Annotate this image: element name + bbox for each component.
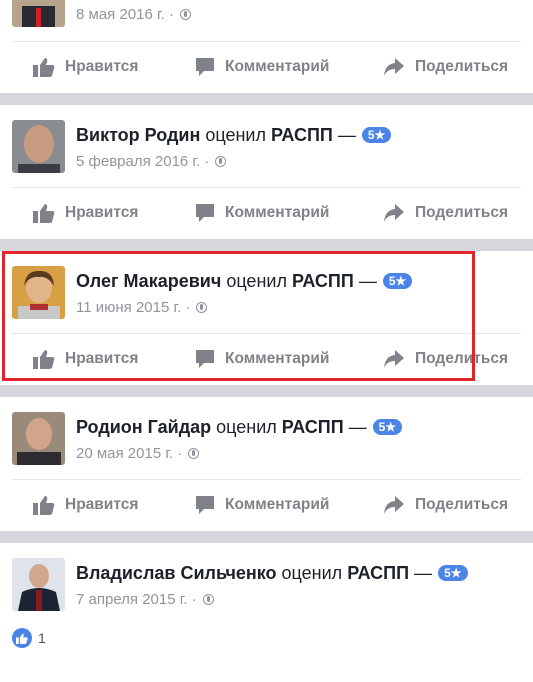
globe-icon bbox=[202, 594, 214, 605]
avatar[interactable] bbox=[12, 266, 65, 319]
divider bbox=[12, 187, 521, 188]
thumbs-up-icon bbox=[33, 350, 55, 369]
post-title: Владислав Сильченко оценил РАСПП —5★ bbox=[76, 563, 468, 584]
avatar[interactable] bbox=[12, 558, 65, 611]
feed-separator bbox=[0, 93, 533, 105]
post-actions: Нравится Комментарий Поделиться bbox=[0, 339, 533, 379]
post-card: Олег Макаревич оценил РАСПП —5★ 11 июня … bbox=[0, 251, 533, 385]
like-button[interactable]: Нравится bbox=[33, 339, 138, 379]
post-card: Родион Гайдар оценил РАСПП —5★ 20 мая 20… bbox=[0, 397, 533, 531]
share-arrow-icon bbox=[384, 204, 404, 222]
author-name[interactable]: Родион Гайдар bbox=[76, 417, 211, 437]
share-button[interactable]: Поделиться bbox=[383, 47, 508, 87]
rating-badge: 5★ bbox=[438, 565, 468, 581]
globe-icon bbox=[196, 302, 208, 313]
feed-separator bbox=[0, 531, 533, 543]
post-date[interactable]: 11 июня 2015 г. · bbox=[76, 299, 208, 316]
share-button[interactable]: Поделиться bbox=[383, 485, 508, 525]
post-date[interactable]: 8 мая 2016 г. · bbox=[76, 6, 191, 23]
like-reaction-icon bbox=[12, 628, 32, 648]
person-avatar-icon bbox=[12, 558, 65, 611]
post-card: Владислав Сильченко оценил РАСПП —5★ 7 а… bbox=[0, 543, 533, 682]
comment-icon bbox=[196, 58, 214, 76]
comment-button[interactable]: Комментарий bbox=[195, 339, 329, 379]
person-avatar-icon bbox=[12, 120, 65, 173]
comment-button[interactable]: Комментарий bbox=[195, 485, 329, 525]
thumbs-up-icon bbox=[33, 58, 55, 77]
rating-badge: 5★ bbox=[382, 273, 413, 289]
feed-separator bbox=[0, 239, 533, 251]
comment-button[interactable]: Комментарий bbox=[195, 193, 329, 233]
divider bbox=[12, 333, 521, 334]
post-date[interactable]: 20 мая 2015 г. · bbox=[76, 445, 200, 462]
post-actions: Нравится Комментарий Поделиться bbox=[0, 193, 533, 233]
divider bbox=[12, 41, 521, 42]
like-button[interactable]: Нравится bbox=[33, 193, 138, 233]
rating-badge: 5★ bbox=[372, 419, 403, 435]
post-title: Родион Гайдар оценил РАСПП —5★ bbox=[76, 417, 403, 438]
post-title: Виктор Родин оценил РАСПП —5★ bbox=[76, 125, 392, 146]
like-button[interactable]: Нравится bbox=[33, 485, 138, 525]
globe-icon bbox=[179, 9, 191, 20]
feed-separator bbox=[0, 385, 533, 397]
share-button[interactable]: Поделиться bbox=[383, 339, 508, 379]
author-name[interactable]: Виктор Родин bbox=[76, 125, 200, 145]
author-name[interactable]: Владислав Сильченко bbox=[76, 563, 277, 583]
post-actions: Нравится Комментарий Поделиться bbox=[0, 485, 533, 525]
divider bbox=[12, 479, 521, 480]
post-card: Виктор Родин оценил РАСПП —5★ 5 февраля … bbox=[0, 105, 533, 239]
page-name[interactable]: РАСПП bbox=[282, 417, 344, 437]
rating-badge: 5★ bbox=[361, 127, 392, 143]
post-title: Олег Макаревич оценил РАСПП —5★ bbox=[76, 271, 413, 292]
comment-button[interactable]: Комментарий bbox=[195, 47, 329, 87]
page-name[interactable]: РАСПП bbox=[271, 125, 333, 145]
share-button[interactable]: Поделиться bbox=[383, 193, 508, 233]
avatar[interactable] bbox=[12, 0, 65, 27]
person-avatar-icon bbox=[12, 412, 65, 465]
like-button[interactable]: Нравится bbox=[33, 47, 138, 87]
person-avatar-icon bbox=[12, 0, 65, 27]
thumbs-up-icon bbox=[33, 496, 55, 515]
avatar[interactable] bbox=[12, 412, 65, 465]
author-name[interactable]: Олег Макаревич bbox=[76, 271, 221, 291]
page-name[interactable]: РАСПП bbox=[292, 271, 354, 291]
thumbs-up-icon bbox=[33, 204, 55, 223]
globe-icon bbox=[215, 156, 227, 167]
comment-icon bbox=[196, 350, 214, 368]
comment-icon bbox=[196, 496, 214, 514]
post-actions: Нравится Комментарий Поделиться bbox=[0, 47, 533, 87]
likes-count: 1 bbox=[38, 630, 46, 646]
share-arrow-icon bbox=[384, 350, 404, 368]
page-name[interactable]: РАСПП bbox=[347, 563, 409, 583]
reactions-summary[interactable]: 1 bbox=[12, 628, 46, 648]
person-avatar-icon bbox=[12, 266, 65, 319]
share-arrow-icon bbox=[384, 58, 404, 76]
globe-icon bbox=[188, 448, 200, 459]
comment-icon bbox=[196, 204, 214, 222]
share-arrow-icon bbox=[384, 496, 404, 514]
post-date[interactable]: 5 февраля 2016 г. · bbox=[76, 153, 227, 170]
post-card: 8 мая 2016 г. · Нравится Комментарий Под… bbox=[0, 0, 533, 93]
avatar[interactable] bbox=[12, 120, 65, 173]
post-date[interactable]: 7 апреля 2015 г. · bbox=[76, 591, 214, 608]
